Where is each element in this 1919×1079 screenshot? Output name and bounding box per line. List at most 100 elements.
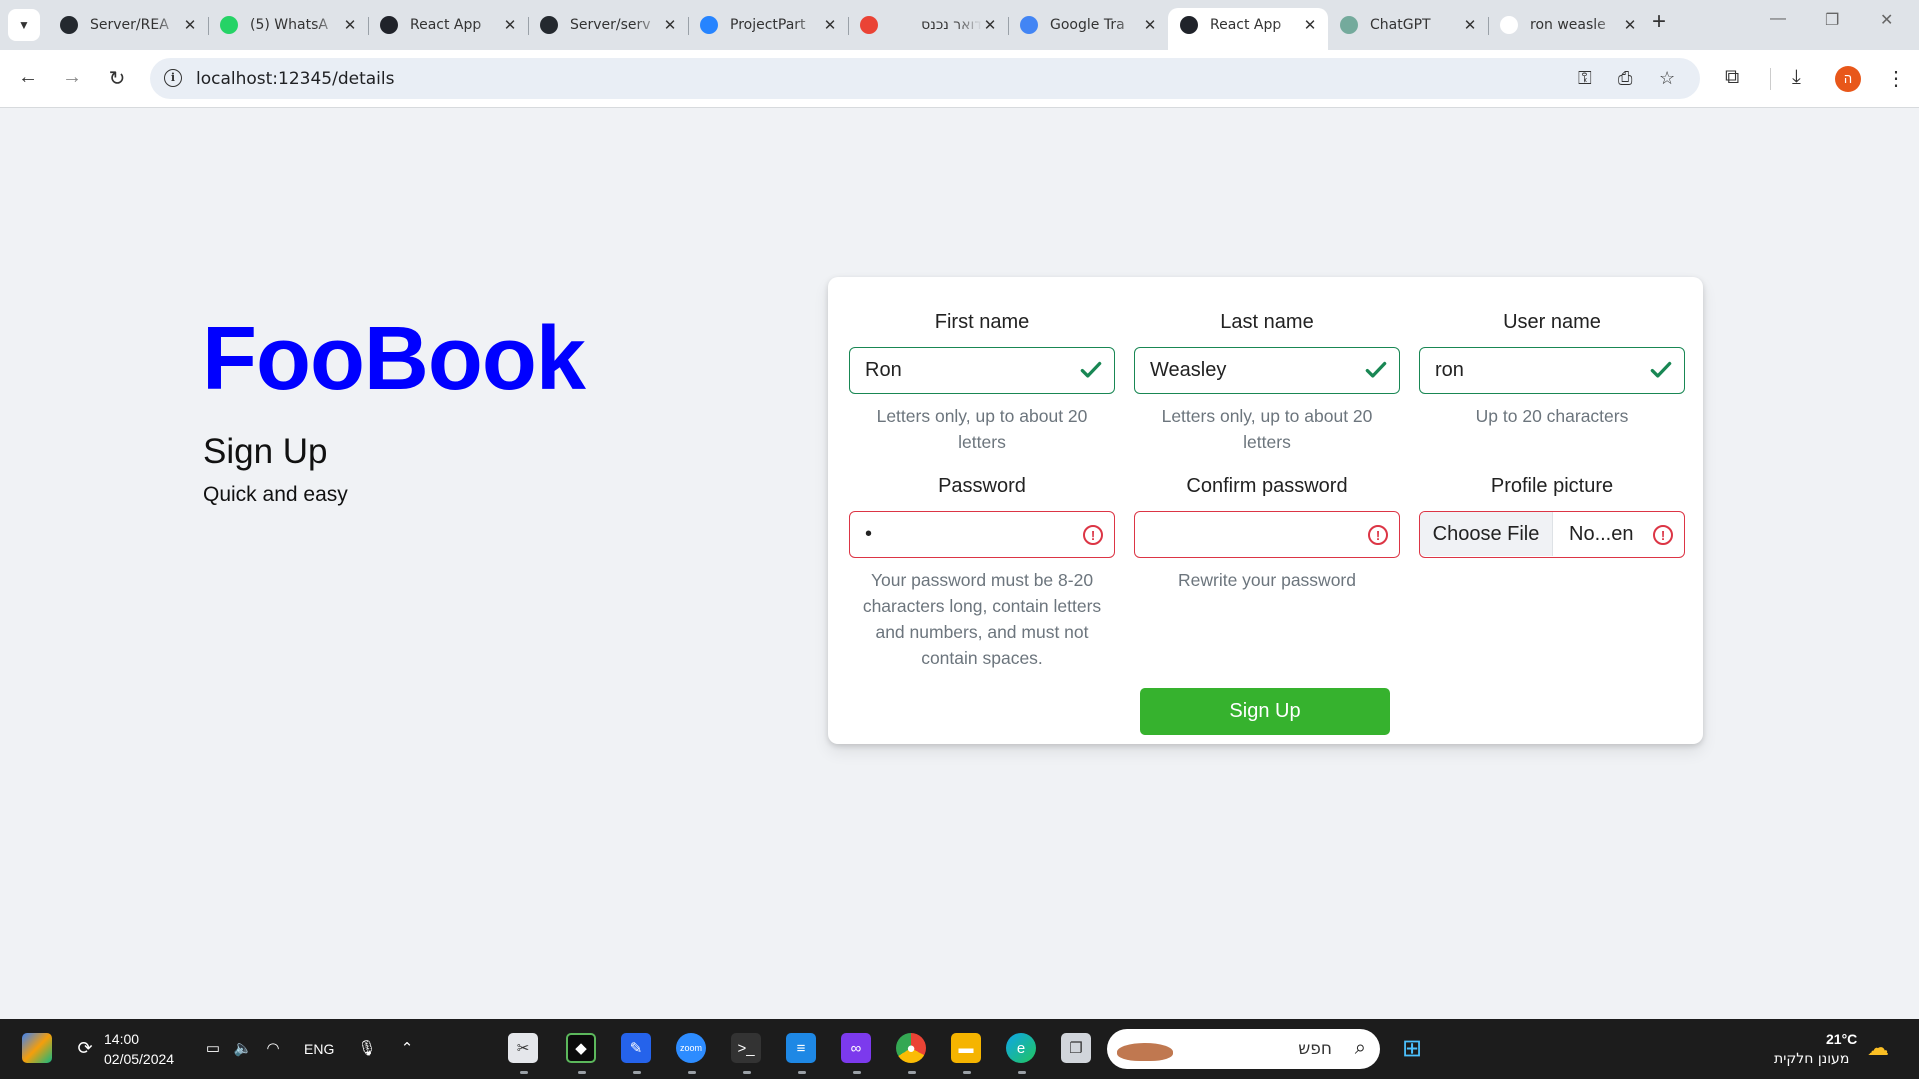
snipping-tool-icon[interactable]: ✂ xyxy=(508,1033,538,1063)
browser-tab[interactable]: React App ✕ xyxy=(368,8,528,42)
invalid-alert-icon: ! xyxy=(1368,525,1388,545)
close-tab-icon[interactable]: ✕ xyxy=(342,16,358,34)
battery-icon[interactable]: ▭ xyxy=(198,1033,228,1063)
tab-title: Server/serv xyxy=(570,17,651,33)
toolbar-divider xyxy=(1770,68,1771,90)
install-app-icon[interactable]: ⎙ xyxy=(1618,68,1632,89)
mongodb-compass-icon[interactable]: ◆ xyxy=(566,1033,596,1063)
wifi-icon[interactable]: ◠ xyxy=(258,1033,288,1063)
last-name-help: Letters only, up to about 20 letters xyxy=(1161,406,1373,452)
site-info-icon[interactable]: i xyxy=(164,69,182,87)
windows-start-icon[interactable]: ⊞ xyxy=(1397,1033,1427,1063)
windows-taskbar: ⟳ 14:00 02/05/2024 ▭ 🔈 ◠ ENG 🎙 ⌃ ✂ ◆ ✎ z… xyxy=(0,1019,1919,1079)
download-icon[interactable]: ⤓ xyxy=(1792,66,1801,89)
first-name-help: Letters only, up to about 20 letters xyxy=(876,406,1088,452)
browser-tab[interactable]: ChatGPT ✕ xyxy=(1328,8,1488,42)
confirm-password-help: Rewrite your password xyxy=(1178,570,1356,590)
close-tab-icon[interactable]: ✕ xyxy=(1302,16,1318,34)
edge-icon[interactable]: e xyxy=(1006,1033,1036,1063)
clock-date[interactable]: 02/05/2024 xyxy=(104,1051,174,1067)
restore-icon[interactable]: ❐ xyxy=(1825,10,1839,30)
browser-tab[interactable]: Server/REA ✕ xyxy=(48,8,208,42)
address-bar[interactable]: i localhost:12345/details ⚿ ⎙ ☆ xyxy=(150,58,1700,99)
close-tab-icon[interactable]: ✕ xyxy=(1462,16,1478,34)
choose-file-button[interactable]: Choose File xyxy=(1420,512,1553,556)
close-tab-icon[interactable]: ✕ xyxy=(1142,16,1158,34)
language-indicator[interactable]: ENG xyxy=(304,1041,334,1057)
volume-icon[interactable]: 🔈 xyxy=(228,1033,258,1063)
browser-tab[interactable]: React App ✕ xyxy=(1168,8,1328,50)
first-name-input[interactable]: Ron xyxy=(849,347,1115,394)
profile-picture-group: Profile picture Choose File No...en ! xyxy=(1419,475,1685,558)
chevron-up-icon[interactable]: ⌃ xyxy=(392,1033,422,1063)
zoom-icon[interactable]: zoom xyxy=(676,1033,706,1063)
new-tab-button[interactable]: + xyxy=(1652,8,1666,36)
tab-title: Google Tra xyxy=(1050,17,1125,33)
tab-title: (5) WhatsA xyxy=(250,17,328,33)
task-view-icon[interactable]: ❐ xyxy=(1061,1033,1091,1063)
running-indicator xyxy=(908,1071,916,1074)
tab-title: Server/REA xyxy=(90,17,169,33)
extensions-puzzle-icon[interactable]: ⧉ xyxy=(1725,66,1739,89)
clock-time[interactable]: 14:00 xyxy=(104,1031,139,1047)
focus-icon[interactable]: ⟳ xyxy=(70,1033,100,1063)
bookmark-star-icon[interactable]: ☆ xyxy=(1659,68,1675,89)
last-name-value[interactable]: Weasley xyxy=(1150,359,1226,382)
github-icon xyxy=(60,16,78,34)
close-tab-icon[interactable]: ✕ xyxy=(502,16,518,34)
visual-studio-icon[interactable]: ∞ xyxy=(841,1033,871,1063)
terminal-icon[interactable]: >_ xyxy=(731,1033,761,1063)
close-tab-icon[interactable]: ✕ xyxy=(662,16,678,34)
chevron-down-icon: ▼ xyxy=(18,18,30,32)
microphone-icon[interactable]: 🎙 xyxy=(352,1033,382,1063)
browser-tab[interactable]: ProjectPart ✕ xyxy=(688,8,848,42)
reload-icon[interactable]: ↻ xyxy=(103,66,131,91)
browser-tab[interactable]: (5) WhatsA ✕ xyxy=(208,8,368,42)
password-key-icon[interactable]: ⚿ xyxy=(1578,68,1592,89)
password-value[interactable]: • xyxy=(865,523,872,546)
user-name-value[interactable]: ron xyxy=(1435,359,1464,382)
close-tab-icon[interactable]: ✕ xyxy=(982,16,998,34)
first-name-label: First name xyxy=(934,311,1030,333)
profile-picture-input[interactable]: Choose File No...en ! xyxy=(1419,511,1685,558)
search-icon: ⌕ xyxy=(1354,1037,1366,1059)
chrome-icon[interactable]: ● xyxy=(896,1033,926,1063)
last-name-input[interactable]: Weasley xyxy=(1134,347,1400,394)
kebab-menu-icon[interactable]: ⋮ xyxy=(1886,66,1906,91)
password-input[interactable]: • ! xyxy=(849,511,1115,558)
close-tab-icon[interactable]: ✕ xyxy=(822,16,838,34)
close-tab-icon[interactable]: ✕ xyxy=(182,16,198,34)
tab-list: Server/REA ✕ (5) WhatsA ✕ React App ✕ Server/s… xyxy=(48,8,1648,50)
confirm-password-input[interactable]: ! xyxy=(1134,511,1400,558)
copilot-icon[interactable] xyxy=(22,1033,52,1063)
close-window-icon[interactable]: ✕ xyxy=(1880,10,1893,30)
valid-check-icon xyxy=(1365,361,1387,378)
tab-search-button[interactable]: ▼ xyxy=(8,9,40,41)
browser-tab[interactable]: דואר נכנס ✕ xyxy=(848,8,1008,42)
running-indicator xyxy=(578,1071,586,1074)
user-name-input[interactable]: ron xyxy=(1419,347,1685,394)
profile-avatar[interactable]: ה xyxy=(1835,66,1861,92)
weather-cloud-icon[interactable]: ☁ xyxy=(1863,1033,1893,1063)
google-icon xyxy=(1500,16,1518,34)
password-group: Password • ! Your password must be 8-20 … xyxy=(849,475,1115,671)
url-text[interactable]: localhost:12345/details xyxy=(196,69,394,89)
notepad-icon[interactable]: ≡ xyxy=(786,1033,816,1063)
paint-app-icon[interactable]: ✎ xyxy=(621,1033,651,1063)
taskbar-search[interactable]: חפש ⌕ xyxy=(1107,1029,1380,1069)
browser-tab[interactable]: Google Tra ✕ xyxy=(1008,8,1168,42)
file-explorer-icon[interactable]: ▬ xyxy=(951,1033,981,1063)
forward-arrow-icon[interactable]: → xyxy=(58,66,86,89)
browser-tab[interactable]: Server/serv ✕ xyxy=(528,8,688,42)
minimize-icon[interactable]: — xyxy=(1770,10,1786,28)
browser-tab[interactable]: ron weasle ✕ xyxy=(1488,8,1648,42)
running-indicator xyxy=(853,1071,861,1074)
taskbar-search-placeholder[interactable]: חפש xyxy=(1298,1039,1332,1059)
weather-temperature[interactable]: 21°C xyxy=(1826,1031,1857,1047)
last-name-label: Last name xyxy=(1220,311,1314,333)
weather-description[interactable]: מעונן חלקית xyxy=(1774,1051,1849,1067)
sign-up-button[interactable]: Sign Up xyxy=(1140,688,1390,735)
back-arrow-icon[interactable]: ← xyxy=(14,66,42,89)
close-tab-icon[interactable]: ✕ xyxy=(1622,16,1638,34)
first-name-value[interactable]: Ron xyxy=(865,359,902,382)
